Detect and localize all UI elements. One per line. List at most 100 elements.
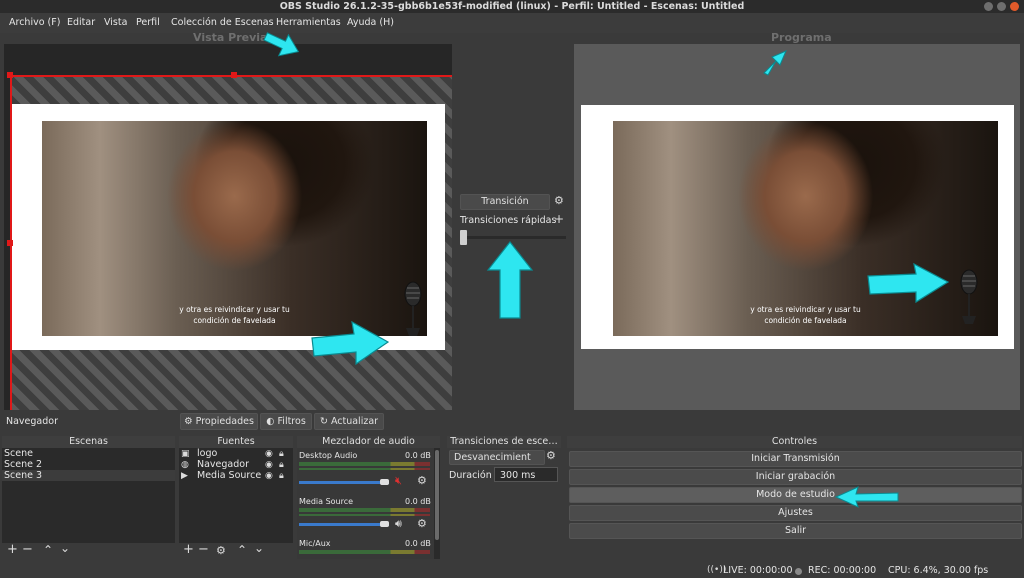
mixer-scrollbar-thumb[interactable] <box>435 450 439 540</box>
sources-list[interactable]: ▣ logo ◍ Navegador ▶ Media Source ◉ 🔒︎ ◉… <box>179 448 293 543</box>
visibility-eye-icon[interactable]: ◉ <box>265 471 273 481</box>
add-quick-transition-icon[interactable]: + <box>554 213 564 225</box>
gear-icon[interactable]: ⚙ <box>417 475 427 486</box>
sources-toolbar: + − ⚙ ⌃ ⌄ <box>179 542 293 559</box>
filters-label: Filtros <box>277 416 306 427</box>
speaker-icon[interactable]: 🔊︎ <box>395 518 402 529</box>
annotation-arrow-icon <box>486 241 534 319</box>
filters-button[interactable]: ◐ Filtros <box>260 413 312 430</box>
properties-button[interactable]: ⚙ Propiedades <box>180 413 258 430</box>
duration-label: Duración <box>449 470 492 481</box>
duration-spinbox[interactable]: 300 ms <box>494 467 558 482</box>
status-bar: ((•)) LIVE: 00:00:00 REC: 00:00:00 CPU: … <box>0 562 1024 578</box>
program-canvas: y otra es reivindicar y usar tu condició… <box>574 44 1020 410</box>
transition-slider-track[interactable] <box>462 236 566 239</box>
volume-slider-handle[interactable] <box>380 521 389 527</box>
visibility-eye-icon[interactable]: ◉ <box>265 460 273 470</box>
transition-button[interactable]: Transición <box>460 194 550 210</box>
menu-vista[interactable]: Vista <box>104 17 127 28</box>
transition-type-value: Desvanecimient <box>454 452 531 463</box>
live-timer: LIVE: 00:00:00 <box>723 565 793 576</box>
volume-slider[interactable] <box>299 523 389 526</box>
scenes-dock-title: Escenas <box>2 436 175 448</box>
annotation-arrow-icon <box>867 262 950 304</box>
mixer-channel-name: Desktop Audio <box>299 451 358 460</box>
minimize-button[interactable] <box>984 2 993 11</box>
preview-video: y otra es reivindicar y usar tu condició… <box>42 121 427 336</box>
preview-caption-line1: y otra es reivindicar y usar tu <box>179 305 290 314</box>
audio-mixer: Desktop Audio 0.0 dB 🔇︎ ⚙ Media Source 0… <box>297 448 434 559</box>
selected-source-label: Navegador <box>6 416 58 427</box>
controls-dock-title: Controles <box>567 436 1022 448</box>
duration-value: 300 ms <box>500 470 536 481</box>
visibility-eye-icon[interactable]: ◉ <box>265 449 273 459</box>
gear-icon[interactable]: ⚙ <box>546 450 556 461</box>
program-microphone-logo-icon <box>960 269 978 324</box>
preview-title: Vista Previa <box>193 31 268 44</box>
source-item[interactable]: ▣ logo <box>179 448 307 459</box>
volume-meter <box>299 550 430 554</box>
scenes-toolbar: + − ⌃ ⌄ <box>2 542 175 559</box>
scene-transitions-dock-title: Transiciones de esce… <box>447 436 561 448</box>
gear-icon[interactable]: ⚙ <box>554 195 564 206</box>
selection-handle-left[interactable] <box>7 240 13 246</box>
move-down-icon[interactable]: ⌄ <box>254 542 264 554</box>
mixer-channel-name: Media Source <box>299 497 354 506</box>
maximize-button[interactable] <box>997 2 1006 11</box>
record-indicator-icon <box>795 568 802 575</box>
move-down-icon[interactable]: ⌄ <box>60 542 70 554</box>
program-caption-line1: y otra es reivindicar y usar tu <box>750 305 861 314</box>
speaker-muted-icon[interactable]: 🔇︎ <box>395 475 402 486</box>
volume-slider-handle[interactable] <box>380 479 389 485</box>
menu-bar: Archivo (F) Editar Vista Perfil Colecció… <box>0 13 1024 33</box>
mixer-channel-db: 0.0 dB <box>405 539 431 548</box>
start-streaming-button[interactable]: Iniciar Transmisión <box>569 451 1022 467</box>
transition-type-select[interactable]: Desvanecimient <box>449 450 545 465</box>
menu-coleccion-escenas[interactable]: Colección de Escenas <box>171 17 274 28</box>
transition-slider-handle[interactable] <box>460 230 467 245</box>
selection-handle-topleft[interactable] <box>7 72 13 78</box>
studio-mode-button[interactable]: Modo de estudio <box>569 487 1022 503</box>
exit-button[interactable]: Salir <box>569 523 1022 539</box>
gear-icon[interactable]: ⚙ <box>417 518 427 529</box>
menu-editar[interactable]: Editar <box>67 17 95 28</box>
source-label: logo <box>197 448 218 459</box>
move-up-icon[interactable]: ⌃ <box>237 544 247 556</box>
mixer-scrollbar[interactable] <box>434 448 440 559</box>
add-scene-icon[interactable]: + <box>7 543 18 556</box>
properties-label: Propiedades <box>195 416 254 427</box>
close-button[interactable] <box>1010 2 1019 11</box>
lock-icon[interactable]: 🔒︎ <box>279 460 284 470</box>
sources-dock-title: Fuentes <box>179 436 293 448</box>
lock-icon[interactable]: 🔒︎ <box>279 471 284 481</box>
scene-item[interactable]: Scene <box>2 448 175 459</box>
remove-scene-icon[interactable]: − <box>22 543 33 556</box>
scene-item-selected[interactable]: Scene 3 <box>2 470 175 481</box>
volume-slider[interactable] <box>299 481 389 484</box>
menu-archivo[interactable]: Archivo (F) <box>9 17 60 28</box>
selection-handle-top[interactable] <box>231 72 237 78</box>
settings-button[interactable]: Ajustes <box>569 505 1022 521</box>
annotation-arrow-icon <box>311 320 390 366</box>
refresh-icon: ↻ <box>319 416 328 427</box>
refresh-button[interactable]: ↻ Actualizar <box>314 413 384 430</box>
source-item[interactable]: ◍ Navegador <box>179 459 307 470</box>
remove-source-icon[interactable]: − <box>198 543 209 556</box>
lock-icon[interactable]: 🔒︎ <box>279 449 284 459</box>
source-properties-gear-icon[interactable]: ⚙ <box>216 545 226 556</box>
mixer-channel-db: 0.0 dB <box>405 451 431 460</box>
scenes-list[interactable]: Scene Scene 2 Scene 3 <box>2 448 175 543</box>
mixer-dock-title: Mezclador de audio <box>297 436 440 448</box>
add-source-icon[interactable]: + <box>183 543 194 556</box>
scene-item[interactable]: Scene 2 <box>2 459 175 470</box>
source-item[interactable]: ▶ Media Source <box>179 470 307 481</box>
quick-transitions-label: Transiciones rápidas <box>460 215 557 226</box>
menu-ayuda[interactable]: Ayuda (H) <box>347 17 394 28</box>
move-up-icon[interactable]: ⌃ <box>43 544 53 556</box>
menu-herramientas[interactable]: Herramientas <box>276 17 341 28</box>
start-recording-button[interactable]: Iniciar grabación <box>569 469 1022 485</box>
rec-timer: REC: 00:00:00 <box>808 565 877 576</box>
menu-perfil[interactable]: Perfil <box>136 17 160 28</box>
image-icon: ▣ <box>181 449 190 459</box>
cpu-fps: CPU: 6.4%, 30.00 fps <box>888 565 989 576</box>
